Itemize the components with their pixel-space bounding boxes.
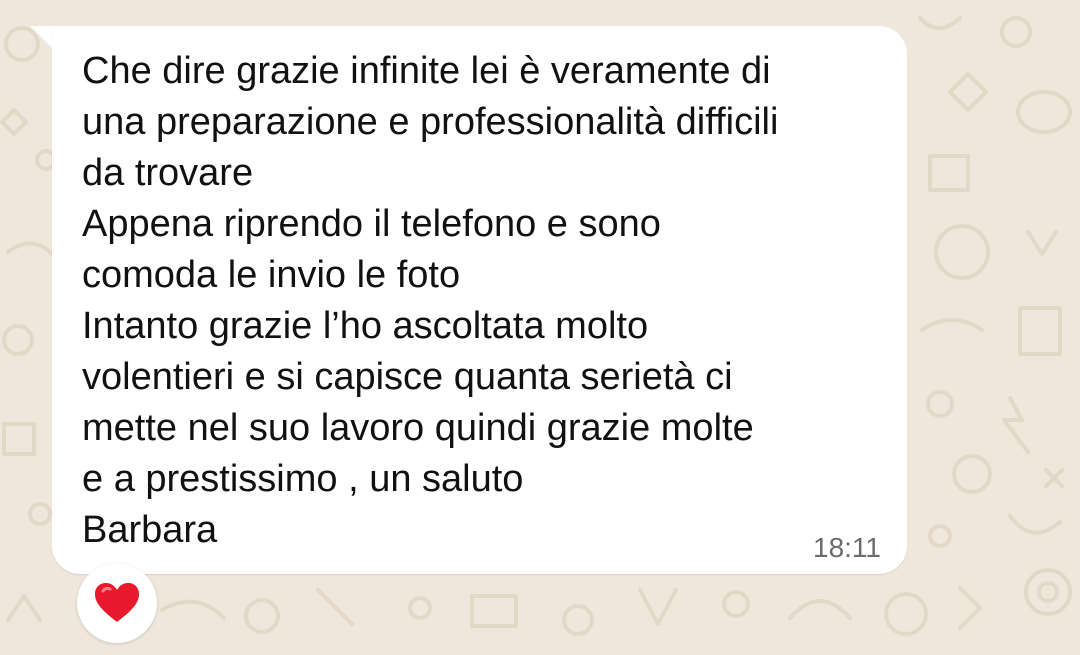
message-bubble[interactable]: Che dire grazie infinite lei è veramente…	[52, 26, 907, 574]
message-line: da trovare	[82, 152, 254, 194]
message-line: mette nel suo lavoro quindi grazie molte	[82, 407, 754, 449]
bubble-tail	[30, 26, 54, 50]
message-line: volentieri e si capisce quanta serietà c…	[82, 356, 733, 398]
message-line: e a prestissimo , un saluto	[82, 458, 524, 500]
message-line: Barbara	[82, 509, 218, 551]
message-line: Appena riprendo il telefono e sono	[82, 203, 661, 245]
message-line: Che dire grazie infinite lei è veramente…	[82, 50, 771, 92]
message-line: una preparazione e professionalità diffi…	[82, 101, 779, 143]
message-line: comoda le invio le foto	[82, 254, 461, 296]
heart-icon	[95, 583, 139, 622]
message-line: Intanto grazie l’ho ascoltata molto	[82, 305, 649, 347]
reaction-badge[interactable]	[77, 563, 157, 643]
message-text: Che dire grazie infinite lei è veramente…	[82, 46, 892, 556]
message-timestamp: 18:11	[813, 532, 881, 563]
